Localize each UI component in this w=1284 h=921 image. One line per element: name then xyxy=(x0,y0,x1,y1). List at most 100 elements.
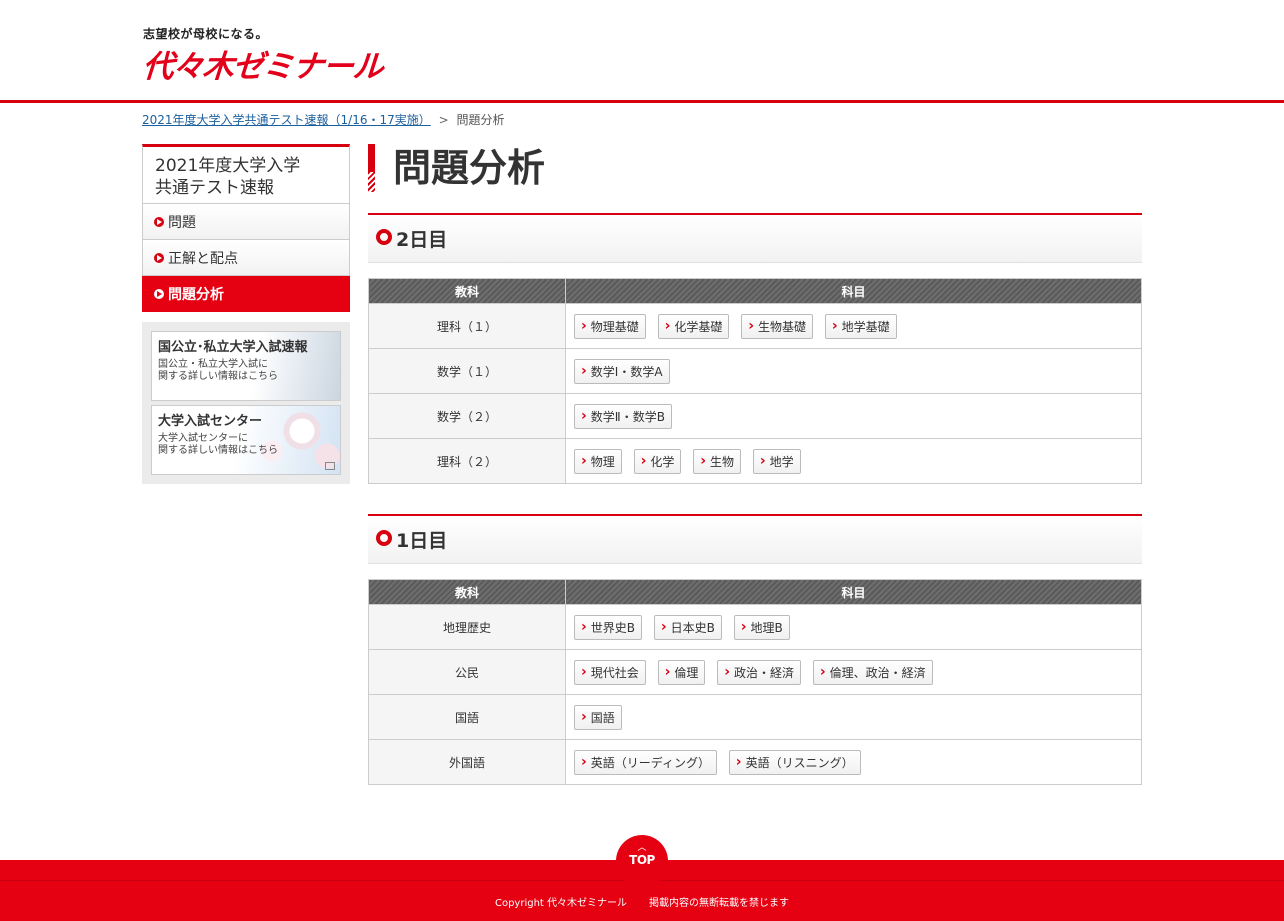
banner-univ-exam-news[interactable]: 国公立･私立大学入試速報 国公立・私立大学入試に 関する詳しい情報はこちら xyxy=(151,331,341,401)
table-header-row: 教科 科目 xyxy=(368,278,1142,304)
course-link-label: 英語（リーディング） xyxy=(590,755,710,770)
chevron-right-icon: › xyxy=(664,318,671,334)
course-link[interactable]: › 日本史B xyxy=(653,614,722,640)
course-cell: › 数学Ⅰ・数学A xyxy=(565,348,1142,394)
course-link[interactable]: › 英語（リスニング） xyxy=(728,749,861,775)
course-link-label: 生物 xyxy=(710,454,735,469)
course-link[interactable]: › 化学基礎 xyxy=(657,313,730,339)
course-link-label: 英語（リスニング） xyxy=(745,755,854,770)
course-link-label: 数学Ⅱ・数学B xyxy=(590,409,665,424)
sidebar-item-analysis[interactable]: 問題分析 xyxy=(142,276,350,312)
table-row: 理科（１） › 物理基礎 › 化学基礎 › 生物基礎 › 地学基礎 xyxy=(368,303,1142,349)
chevron-right-icon: › xyxy=(748,318,755,334)
column-header-subject: 教科 xyxy=(368,278,566,304)
course-link[interactable]: › 地理B xyxy=(733,614,790,640)
copyright-text: Copyright 代々木ゼミナール 掲載内容の無断転載を禁じます xyxy=(0,894,1284,909)
course-cell: › 現代社会 › 倫理 › 政治・経済 › 倫理、政治・経済 xyxy=(565,649,1142,695)
course-link[interactable]: › 数学Ⅰ・数学A xyxy=(574,358,670,384)
course-link-label: 物理 xyxy=(590,454,615,469)
course-link[interactable]: › 世界史B xyxy=(574,614,643,640)
course-link-label: 日本史B xyxy=(670,620,715,635)
course-link[interactable]: › 国語 xyxy=(574,704,622,730)
banner-sub1: 国公立・私立大学入試に xyxy=(158,359,268,370)
subject-cell: 地理歴史 xyxy=(368,604,566,650)
chevron-right-icon: › xyxy=(735,754,742,770)
course-link-label: 現代社会 xyxy=(590,665,639,680)
table-row: 地理歴史 › 世界史B › 日本史B › 地理B xyxy=(368,604,1142,650)
column-header-course: 科目 xyxy=(565,579,1142,605)
sidebar-title-line1: 2021年度大学入学 xyxy=(155,156,301,176)
course-link[interactable]: › 地学 xyxy=(752,448,801,474)
banner-title: 大学入試センター xyxy=(158,414,263,429)
course-link[interactable]: › 政治・経済 xyxy=(717,659,802,685)
back-to-top-label: TOP xyxy=(629,853,655,867)
chevron-right-icon: › xyxy=(831,318,838,334)
chevron-right-icon: › xyxy=(740,619,747,635)
chevron-right-icon: › xyxy=(581,363,587,379)
column-header-subject: 教科 xyxy=(368,579,566,605)
course-link-label: 国語 xyxy=(590,710,615,725)
course-link[interactable]: › 倫理 xyxy=(657,659,706,685)
course-cell: › 英語（リーディング） › 英語（リスニング） xyxy=(565,739,1142,785)
subject-cell: 外国語 xyxy=(368,739,566,785)
section-heading-day2: 2日目 xyxy=(368,213,1142,263)
sidebar-item-label: 問題分析 xyxy=(168,286,224,303)
course-link-label: 地学基礎 xyxy=(841,319,890,334)
course-link-label: 倫理 xyxy=(674,665,699,680)
arrow-circle-icon xyxy=(154,288,164,299)
external-link-icon xyxy=(325,462,335,470)
breadcrumb-link-top[interactable]: 2021年度大学入学共通テスト速報（1/16・17実施） xyxy=(142,113,431,127)
banner-title: 国公立･私立大学入試速報 xyxy=(158,340,308,355)
course-link[interactable]: › 倫理、政治・経済 xyxy=(812,659,933,685)
banner-sub2: 関する詳しい情報はこちら xyxy=(158,371,278,382)
course-link[interactable]: › 現代社会 xyxy=(574,659,646,685)
course-link-label: 政治・経済 xyxy=(734,665,795,680)
table-row: 数学（２） › 数学Ⅱ・数学B xyxy=(368,393,1142,439)
arrow-circle-icon xyxy=(154,252,164,263)
chevron-right-icon: › xyxy=(581,619,587,635)
course-link[interactable]: › 英語（リーディング） xyxy=(574,749,717,775)
course-cell: › 物理 › 化学 › 生物 › 地学 xyxy=(565,438,1142,484)
banner-sub2: 関する詳しい情報はこちら xyxy=(158,445,278,456)
course-link[interactable]: › 数学Ⅱ・数学B xyxy=(574,403,672,429)
section-heading-text: 1日目 xyxy=(396,530,448,552)
course-link[interactable]: › 地学基礎 xyxy=(824,313,897,339)
reprint-notice: 掲載内容の無断転載を禁じます xyxy=(649,898,790,909)
subject-cell: 国語 xyxy=(368,694,566,740)
table-row: 国語 › 国語 xyxy=(368,694,1142,740)
chevron-right-icon: › xyxy=(819,664,826,680)
table-row: 数学（１） › 数学Ⅰ・数学A xyxy=(368,348,1142,394)
course-link[interactable]: › 物理基礎 xyxy=(574,313,646,339)
section-heading-day1: 1日目 xyxy=(368,514,1142,564)
subject-cell: 公民 xyxy=(368,649,566,695)
sidebar-item-answers[interactable]: 正解と配点 xyxy=(142,240,350,276)
sidebar-title[interactable]: 2021年度大学入学 共通テスト速報 xyxy=(142,144,350,204)
sidebar-item-label: 正解と配点 xyxy=(168,250,238,267)
page-title: 問題分析 xyxy=(368,144,545,192)
course-cell: › 物理基礎 › 化学基礎 › 生物基礎 › 地学基礎 xyxy=(565,303,1142,349)
course-link[interactable]: › 生物 xyxy=(693,448,742,474)
course-link[interactable]: › 化学 xyxy=(633,448,682,474)
ring-icon xyxy=(376,228,392,245)
course-link[interactable]: › 物理 xyxy=(574,448,622,474)
ring-icon xyxy=(376,529,392,546)
course-link-label: 地理B xyxy=(750,620,783,635)
course-link-label: 世界史B xyxy=(590,620,636,635)
chevron-right-icon: › xyxy=(700,453,707,469)
subject-cell: 理科（１） xyxy=(368,303,566,349)
banner-exam-center[interactable]: 大学入試センター 大学入試センターに 関する詳しい情報はこちら xyxy=(151,405,341,475)
chevron-right-icon: › xyxy=(660,619,667,635)
sidebar-item-questions[interactable]: 問題 xyxy=(142,204,350,240)
sidebar-menu: 問題 正解と配点 問題分析 xyxy=(142,204,350,312)
back-to-top-button[interactable]: ︿ TOP xyxy=(616,835,668,887)
column-header-course: 科目 xyxy=(565,278,1142,304)
course-link[interactable]: › 生物基礎 xyxy=(741,313,814,339)
chevron-right-icon: › xyxy=(581,709,587,725)
course-link-label: 地学 xyxy=(769,454,794,469)
arrow-circle-icon xyxy=(154,216,164,227)
chevron-right-icon: › xyxy=(581,318,587,334)
site-logo[interactable]: 代々木ゼミナール xyxy=(141,41,384,86)
table-header-row: 教科 科目 xyxy=(368,579,1142,605)
subject-table-day1: 教科 科目 地理歴史 › 世界史B › 日本史B › 地理B 公民 › 現代社会 › 倫理… xyxy=(368,579,1142,785)
chevron-right-icon: › xyxy=(581,664,587,680)
